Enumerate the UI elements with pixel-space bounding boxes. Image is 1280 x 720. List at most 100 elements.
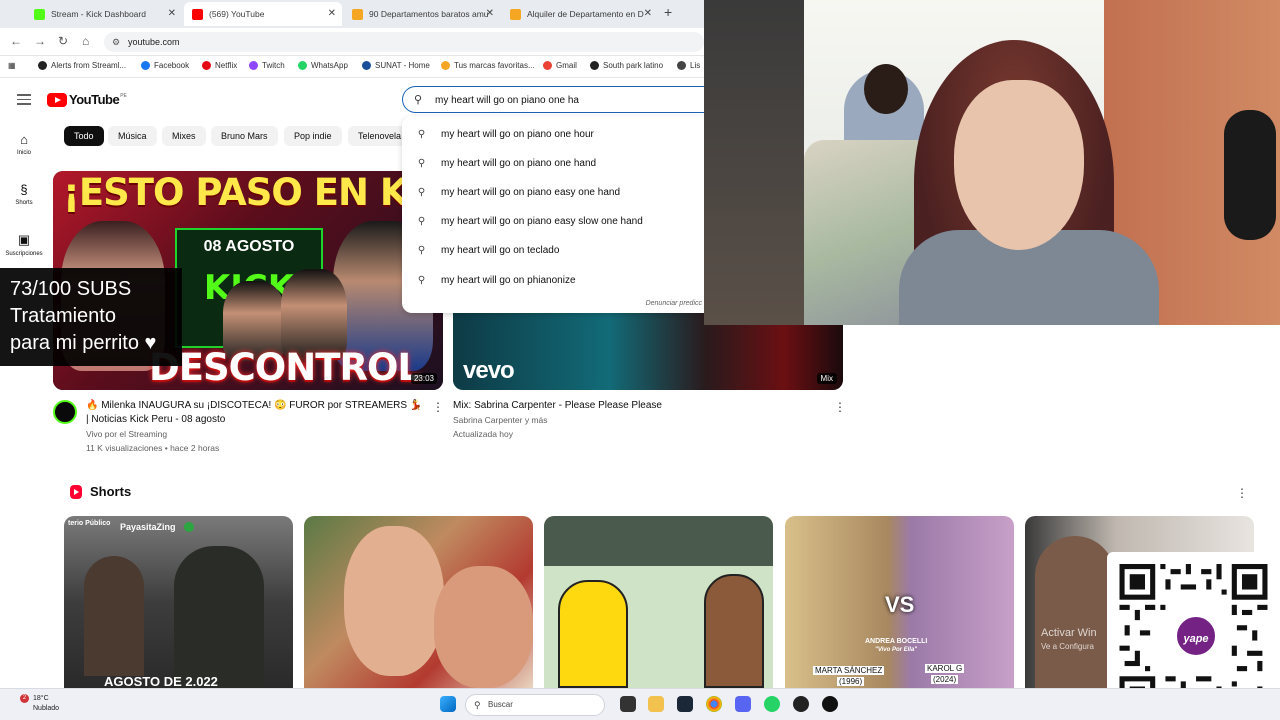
report-predictions-link[interactable]: Denunciar predicc xyxy=(646,300,702,307)
close-icon[interactable]: ✕ xyxy=(168,8,176,19)
sunat-icon xyxy=(362,61,371,70)
chip-bruno-mars[interactable]: Bruno Mars xyxy=(211,126,278,146)
more-options-icon[interactable]: ⋮ xyxy=(834,400,846,414)
sidebar-item-inicio[interactable]: ⌂ Inicio xyxy=(0,132,48,156)
bookmarks-bar: ▦ Alerts from Streaml... Facebook Netfli… xyxy=(0,56,704,78)
chip-musica[interactable]: Música xyxy=(108,126,157,146)
more-options-icon[interactable]: ⋮ xyxy=(432,400,444,414)
screen: Stream - Kick Dashboard ✕ (569) YouTube … xyxy=(0,0,1280,720)
chrome-icon[interactable] xyxy=(706,696,722,712)
search-icon: ⚲ xyxy=(417,275,426,286)
short-face xyxy=(1035,536,1115,688)
tab-youtube[interactable]: (569) YouTube ✕ xyxy=(184,2,342,26)
bookmark-facebook[interactable]: Facebook xyxy=(141,61,189,70)
home-icon[interactable]: ⌂ xyxy=(82,34,89,48)
suggestion-item[interactable]: ⚲ my heart will go on teclado xyxy=(402,236,704,265)
microphone xyxy=(1224,110,1276,240)
webcam-streamer xyxy=(954,80,1084,250)
new-tab-icon[interactable]: + xyxy=(664,4,672,20)
menu-icon[interactable] xyxy=(17,94,31,108)
subs-goal-overlay: 73/100 SUBS Tratamiento para mi perrito … xyxy=(0,268,182,366)
video-title[interactable]: 🔥 Milenka INAUGURA su ¡DISCOTECA! 😳 FURO… xyxy=(86,399,426,427)
vevo-logo: vevo xyxy=(463,357,515,384)
search-box[interactable]: ⚲ xyxy=(402,86,704,113)
youtube-icon xyxy=(192,8,203,20)
short-caption: AGOSTO DE 2.022 xyxy=(104,674,218,688)
search-icon: ⚲ xyxy=(474,700,481,710)
channel-name[interactable]: Sabrina Carpenter y más xyxy=(453,413,823,427)
search-input[interactable] xyxy=(435,92,695,108)
suggestion-item[interactable]: ⚲ my heart will go on piano easy slow one… xyxy=(402,207,704,236)
whatsapp-icon[interactable] xyxy=(764,696,780,712)
suggestion-item[interactable]: ⚲ my heart will go on piano one hand xyxy=(402,149,704,178)
close-icon[interactable]: ✕ xyxy=(328,8,336,19)
search-suggestions: ⚲ my heart will go on piano one hour ⚲ my … xyxy=(402,116,704,313)
whatsapp-icon xyxy=(298,61,307,70)
close-icon[interactable]: ✕ xyxy=(644,8,652,19)
bookmark-twitch[interactable]: Twitch xyxy=(249,61,285,70)
channel-avatar[interactable] xyxy=(53,400,77,424)
bookmark-netflix[interactable]: Netflix xyxy=(202,61,237,70)
address-bar[interactable]: ⚙ youtube.com xyxy=(104,32,704,52)
tab-alquiler[interactable]: Alquiler de Departamento en D ✕ xyxy=(502,2,658,26)
discord-icon[interactable] xyxy=(735,696,751,712)
taskbar-search[interactable]: ⚲ Buscar xyxy=(465,694,605,716)
short-card-2[interactable] xyxy=(304,516,533,688)
shorts-section-header: Shorts xyxy=(70,484,131,499)
house-icon xyxy=(352,8,363,20)
subscriptions-icon: ▣ xyxy=(17,232,31,247)
chip-mixes[interactable]: Mixes xyxy=(162,126,206,146)
suggestion-item[interactable]: ⚲ my heart will go on phianonize xyxy=(402,266,704,295)
obs-icon[interactable] xyxy=(793,696,809,712)
more-options-icon[interactable]: ⋮ xyxy=(1236,486,1248,500)
streamlabs-icon xyxy=(38,61,47,70)
bookmark-streamlabs[interactable]: Alerts from Streaml... xyxy=(38,61,126,70)
sidebar-item-suscripciones[interactable]: ▣ Suscripciones xyxy=(0,232,48,257)
close-icon[interactable]: ✕ xyxy=(486,8,494,19)
bookmark-southpark[interactable]: South park latino xyxy=(590,61,663,70)
windows-start-icon[interactable] xyxy=(440,696,456,712)
apps-icon[interactable]: ▦ xyxy=(8,61,16,70)
globe-icon xyxy=(590,61,599,70)
short-channel: PayasitaZing xyxy=(120,522,176,532)
windows-taskbar: 2 18°C Nublado ⚲ Buscar xyxy=(0,688,1280,720)
yape-logo: yape xyxy=(1174,614,1218,658)
short-card-4[interactable]: VS ANDREA BOCELLI "Vivo Por Ella" MARTA … xyxy=(785,516,1014,688)
facebook-icon xyxy=(141,61,150,70)
weather-widget[interactable]: 2 18°C Nublado xyxy=(18,694,59,714)
task-view-icon[interactable] xyxy=(620,696,636,712)
video-meta-2: Mix: Sabrina Carpenter - Please Please P… xyxy=(453,399,823,441)
sidebar-item-shorts[interactable]: § Shorts xyxy=(0,182,48,206)
short-card-1[interactable]: terio Público PayasitaZing AGOSTO DE 2.0… xyxy=(64,516,293,688)
bookmark-marcas[interactable]: Tus marcas favoritas... xyxy=(441,61,535,70)
chip-pop-indie[interactable]: Pop indie xyxy=(284,126,342,146)
youtube-play-icon xyxy=(47,92,67,107)
channel-name[interactable]: Vivo por el Streaming xyxy=(86,427,426,441)
file-explorer-icon[interactable] xyxy=(648,696,664,712)
tab-kick[interactable]: Stream - Kick Dashboard ✕ xyxy=(26,2,182,26)
youtube-logo[interactable]: YouTube PE xyxy=(47,92,127,107)
video-meta-1: 🔥 Milenka INAUGURA su ¡DISCOTECA! 😳 FURO… xyxy=(86,399,426,455)
video-stats: 11 K visualizaciones • hace 2 horas xyxy=(86,443,220,453)
bookmark-sunat[interactable]: SUNAT - Home xyxy=(362,61,430,70)
bookmark-gmail[interactable]: Gmail xyxy=(543,61,577,70)
site-settings-icon[interactable]: ⚙ xyxy=(112,32,120,52)
chip-todo[interactable]: Todo xyxy=(64,126,104,146)
browser-toolbar: ← → ↻ ⌂ ⚙ youtube.com xyxy=(0,28,704,56)
cartoon-character xyxy=(558,580,628,688)
reload-icon[interactable]: ↻ xyxy=(58,34,68,48)
short-caption: VS xyxy=(885,592,915,617)
steam-icon[interactable] xyxy=(677,696,693,712)
video-title[interactable]: Mix: Sabrina Carpenter - Please Please P… xyxy=(453,399,823,413)
suggestion-item[interactable]: ⚲ my heart will go on piano easy one hand xyxy=(402,178,704,207)
back-icon[interactable]: ← xyxy=(10,34,22,48)
search-icon: ⚲ xyxy=(417,158,426,169)
bookmark-whatsapp[interactable]: WhatsApp xyxy=(298,61,348,70)
bookmark-lis[interactable]: Lis xyxy=(677,61,700,70)
short-card-3[interactable] xyxy=(544,516,773,688)
tab-departamentos[interactable]: 90 Departamentos baratos amu ✕ xyxy=(344,2,500,26)
shorts-icon: § xyxy=(20,182,28,197)
app-icon[interactable] xyxy=(822,696,838,712)
forward-icon[interactable]: → xyxy=(34,34,46,48)
suggestion-item[interactable]: ⚲ my heart will go on piano one hour xyxy=(402,120,704,149)
